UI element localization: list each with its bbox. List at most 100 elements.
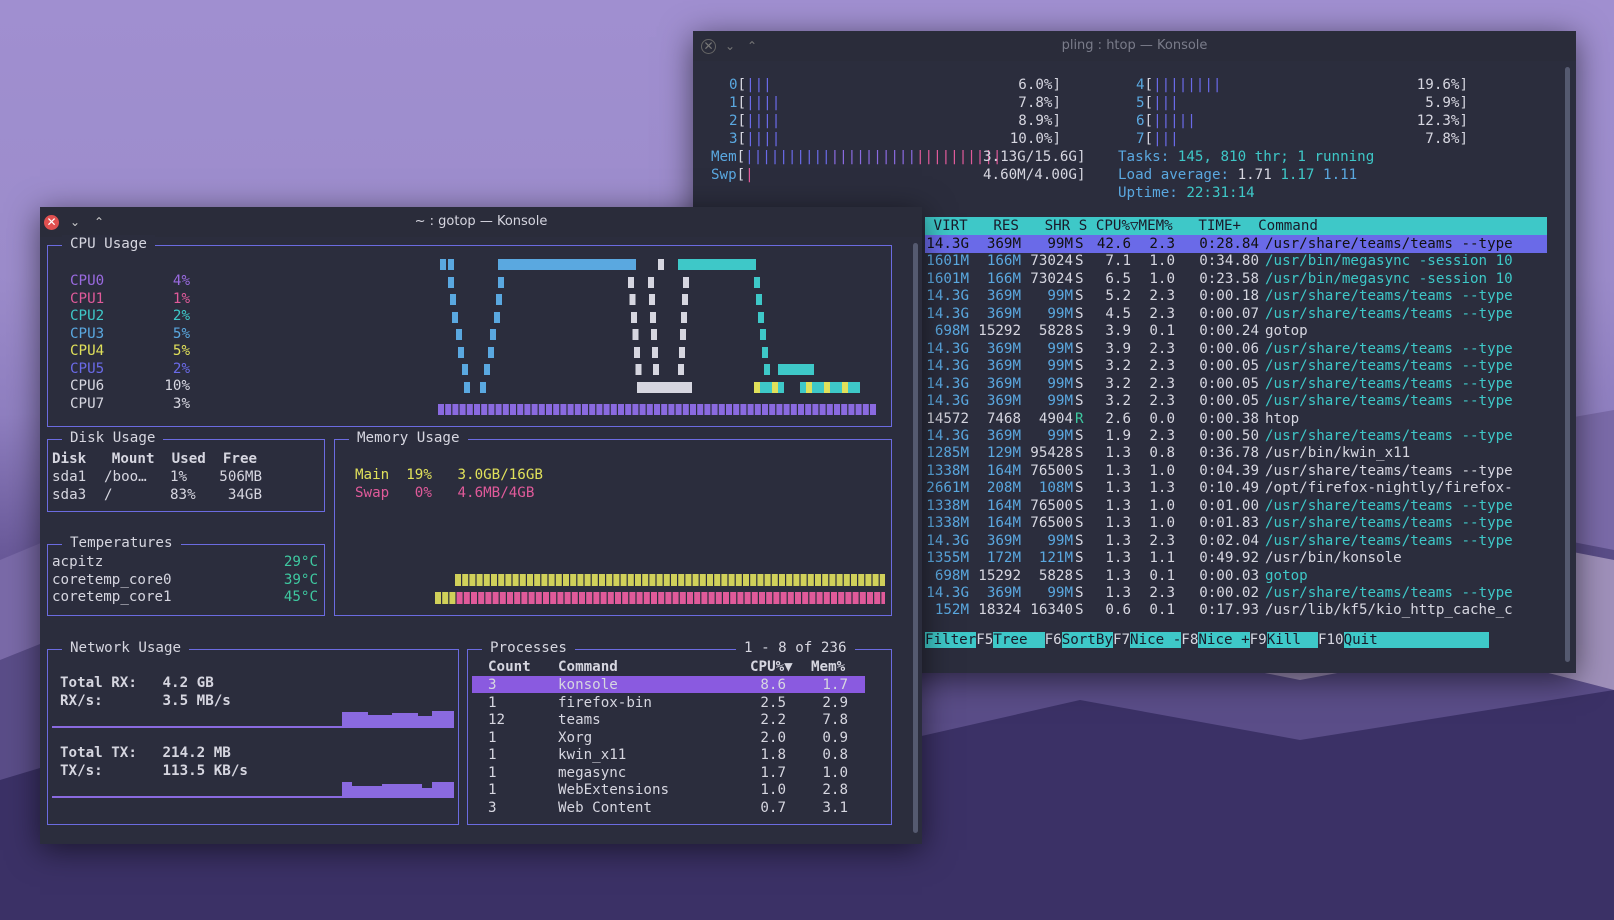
fkey-label[interactable]: Nice - [1130, 632, 1182, 648]
process-row[interactable]: 1 firefox-bin 2.5 2.9 [472, 694, 865, 711]
htop-cell-res: 129M [986, 445, 1021, 462]
memory-graph-swap-cell [564, 592, 571, 604]
process-row[interactable]: 3 Web Content 0.7 3.1 [472, 799, 865, 816]
htop-titlebar[interactable]: ✕ ⌄ ⌃ pling : htop — Konsole [693, 31, 1576, 61]
close-icon[interactable]: ✕ [44, 215, 59, 230]
htop-cell-virt: 1285M [926, 445, 969, 462]
htop-process-row[interactable]: 1338M 164M 76500 S 1.3 1.0 0:01.83/usr/share/t… [925, 514, 1547, 532]
gotop-scrollbar[interactable] [913, 243, 918, 833]
fkey-label[interactable]: Nice + [1198, 632, 1250, 648]
htop-process-row[interactable]: 1601M 166M 73024 S 7.1 1.0 0:34.80/usr/bin/meg… [925, 252, 1547, 270]
htop-process-row[interactable]: 14.3G 369M 99M S 1.9 2.3 0:00.50/usr/share/tea… [925, 427, 1547, 445]
htop-cell-shr: 76500 [1030, 462, 1073, 479]
fkey-f5[interactable]: F5 [976, 632, 993, 648]
htop-process-row[interactable]: 1601M 166M 73024 S 6.5 1.0 0:23.58/usr/bin/meg… [925, 270, 1547, 288]
htop-process-row[interactable]: 698M 15292 5828 S 1.3 0.1 0:00.03 gotop [925, 567, 1547, 585]
process-count: 1 [488, 747, 497, 763]
htop-cell-cpu: 1.3 [1105, 585, 1131, 601]
fkey-label[interactable]: Kill [1266, 632, 1318, 648]
process-row[interactable]: 1 megasync 1.7 1.0 [472, 764, 865, 781]
htop-cell-shr: 73024 [1030, 270, 1073, 287]
maximize-icon[interactable]: ⌃ [92, 215, 106, 229]
process-row[interactable]: 3 konsole 8.6 1.7 [472, 676, 865, 693]
htop-column-header[interactable]: VIRT RES SHR S CPU%▽MEM% TIME+ Command [925, 217, 1547, 235]
fkey-label[interactable]: Quit [1343, 632, 1378, 648]
disk-mount: /boo… [104, 469, 147, 485]
cpu-graph-cell [819, 404, 826, 415]
htop-cell-time: 0:00.38 [1199, 410, 1259, 427]
htop-process-row[interactable]: 14.3G 369M 99M S 42.6 2.3 0:28.84/usr/share/te… [925, 235, 1547, 253]
process-row[interactable]: 12 teams 2.2 7.8 [472, 711, 865, 728]
process-row[interactable]: 1 kwin_x11 1.8 0.8 [472, 746, 865, 763]
htop-cell-cmd: /usr/bin/megasync -session 10 [1265, 253, 1513, 270]
cpu-graph-cell [464, 382, 470, 393]
temperature-row: coretemp_core1 45°C [52, 588, 318, 606]
processes-header-cpu[interactable]: CPU%▼ [750, 658, 793, 676]
htop-process-row[interactable]: 698M 15292 5828 S 3.9 0.1 0:00.24 gotop [925, 322, 1547, 340]
htop-cell-mem: 1.0 [1149, 253, 1175, 270]
htop-process-row[interactable]: 2661M 208M 108M S 1.3 1.3 0:10.49/opt/firefox-… [925, 479, 1547, 497]
cpu-pct: 10% [164, 378, 190, 394]
fkey-f7[interactable]: F7 [1113, 632, 1130, 648]
htop-scrollbar[interactable] [1565, 67, 1570, 662]
htop-process-row[interactable]: 14.3G 369M 99M S 3.2 2.3 0:00.05/usr/share/tea… [925, 375, 1547, 393]
memory-main: Main 19% 3.0GB/16GB [355, 467, 543, 483]
htop-process-row[interactable]: 1285M 129M 95428 S 1.3 0.8 0:36.78/usr/bin/kwi… [925, 444, 1547, 462]
processes-header-mem[interactable]: Mem% [811, 658, 845, 676]
htop-cell-shr: 99M [1047, 375, 1073, 392]
htop-process-row[interactable]: 14572 7468 4904 R 2.6 0.0 0:00.38 htop [925, 410, 1547, 428]
htop-process-row[interactable]: 14.3G 369M 99M S 4.5 2.3 0:00.07/usr/share/tea… [925, 305, 1547, 323]
fkey-f9[interactable]: F9 [1250, 632, 1267, 648]
fkey-f8[interactable]: F8 [1181, 632, 1198, 648]
process-command: megasync [558, 764, 627, 781]
cpu-meter-label: 7 [1136, 131, 1145, 147]
htop-process-row[interactable]: 14.3G 369M 99M S 3.2 2.3 0:00.05/usr/share/tea… [925, 392, 1547, 410]
cpu-graph-cell [805, 404, 812, 415]
htop-process-row[interactable]: 14.3G 369M 99M S 5.2 2.3 0:00.18/usr/share/tea… [925, 287, 1547, 305]
htop-cpu-meter: 6[||||| 12.3%] [1118, 112, 1468, 130]
htop-function-keys[interactable]: FilterF5Tree F6SortByF7Nice -F8Nice +F9K… [925, 631, 1547, 649]
htop-mem-value: 3.13G/15.6G [983, 149, 1077, 165]
process-mem: 0.8 [822, 747, 848, 763]
cpu-graph-cell [824, 382, 830, 393]
processes-header-command[interactable]: Command [558, 658, 618, 676]
disk-free: 506MB [219, 469, 262, 485]
cpu-legend-item: CPU2 2% [70, 307, 190, 325]
maximize-icon[interactable]: ⌃ [745, 39, 759, 53]
processes-header-count[interactable]: Count [488, 658, 531, 676]
cpu-graph-cell [531, 404, 538, 415]
htop-process-row[interactable]: 152M 18324 16340 S 0.6 0.1 0:17.93/usr/lib/kf5… [925, 601, 1547, 619]
gotop-window[interactable]: ✕ ⌄ ⌃ ~ : gotop — Konsole CPU Usage CPU0… [40, 207, 922, 844]
network-usage-panel: Network Usage Total RX: 4.2 GB RX/s: 3.5… [47, 639, 459, 825]
memory-graph-swap-cell [672, 592, 679, 604]
processes-panel[interactable]: Processes 1 - 8 of 236 Count Command CPU… [467, 639, 892, 825]
minimize-icon[interactable]: ⌄ [723, 39, 737, 53]
process-row[interactable]: 1 WebExtensions 1.0 2.8 [472, 781, 865, 798]
memory-graph-swap-cell [449, 592, 456, 604]
fkey-f10[interactable]: F10 [1318, 632, 1344, 648]
htop-cell-cpu: 1.9 [1105, 427, 1131, 444]
htop-cell-cmd: /usr/share/teams/teams --type [1265, 236, 1513, 252]
minimize-icon[interactable]: ⌄ [68, 215, 82, 229]
htop-process-row[interactable]: 1338M 164M 76500 S 1.3 1.0 0:01.00/usr/share/t… [925, 497, 1547, 515]
cpu-graph-cell [750, 259, 756, 270]
htop-cell-shr: 99M [1047, 305, 1073, 322]
fkey-label[interactable]: Tree [993, 632, 1045, 648]
htop-process-row[interactable]: 14.3G 369M 99M S 3.2 2.3 0:00.05/usr/share/tea… [925, 357, 1547, 375]
htop-cell-time: 0:28.84 [1199, 236, 1259, 252]
fkey-label[interactable]: SortBy [1061, 632, 1113, 648]
process-row[interactable]: 1 Xorg 2.0 0.9 [472, 729, 865, 746]
memory-graph-swap-cell [579, 592, 585, 604]
fkey-f6[interactable]: F6 [1045, 632, 1062, 648]
gotop-titlebar[interactable]: ✕ ⌄ ⌃ ~ : gotop — Konsole [40, 207, 922, 237]
fkey-label[interactable]: Filter [925, 632, 977, 648]
htop-process-row[interactable]: 14.3G 369M 99M S 3.9 2.3 0:00.06/usr/share/tea… [925, 340, 1547, 358]
memory-graph-main-cell [793, 574, 800, 586]
htop-process-row[interactable]: 14.3G 369M 99M S 1.3 2.3 0:02.04/usr/share/tea… [925, 532, 1547, 550]
close-icon[interactable]: ✕ [701, 39, 716, 54]
cpu-graph-cell [496, 294, 502, 305]
htop-process-row[interactable]: 14.3G 369M 99M S 1.3 2.3 0:00.02/usr/share/tea… [925, 584, 1547, 602]
htop-process-row[interactable]: 1355M 172M 121M S 1.3 1.1 0:49.92/usr/bin/kons… [925, 549, 1547, 567]
processes-title: Processes [482, 639, 575, 657]
htop-process-row[interactable]: 1338M 164M 76500 S 1.3 1.0 0:04.39/usr/share/t… [925, 462, 1547, 480]
